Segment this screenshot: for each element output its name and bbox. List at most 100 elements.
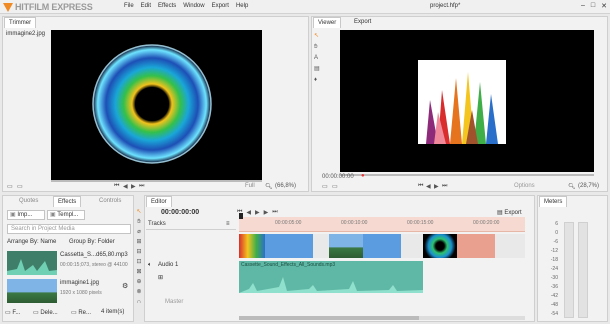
video-clip[interactable]	[329, 234, 401, 258]
zoom-icon[interactable]: 🔍︎	[265, 183, 273, 190]
project-title: project.hfp*	[430, 3, 461, 9]
timeline-ruler[interactable]: 00:00:05:00 00:00:10:00 00:00:15:00 00:0…	[239, 213, 525, 232]
media-panel: Quotes Effects Controls ▣ Imp... ▣ Templ…	[2, 195, 134, 322]
prev-frame-icon[interactable]: ⏮	[418, 183, 423, 190]
fast-forward-icon[interactable]: ⏭	[272, 209, 277, 216]
menu-bar: File Edit Effects Window Export Help	[124, 3, 248, 9]
step-forward-icon[interactable]: ▶	[264, 209, 269, 216]
editor-transport: ⏮ ◀ ▶ ▶ ⏭	[237, 209, 278, 216]
arrow-tool-icon[interactable]: ↖	[314, 31, 322, 42]
ripple-tool-icon[interactable]: ⊡	[135, 257, 143, 267]
audio-waveform	[239, 277, 423, 293]
scrollbar-thumb[interactable]	[239, 316, 419, 320]
maximize-icon[interactable]: □	[591, 2, 595, 10]
step-back-icon[interactable]: ◀	[123, 183, 128, 190]
tab-effects[interactable]: Effects	[53, 196, 82, 207]
media-item-info: 1920 x 1080 pixels	[60, 290, 102, 296]
video-track	[239, 234, 525, 258]
viewer-panel: Viewer Export ↖ ✋︎ A ▤ ♦ 00:00:00:00 ● ⏮	[311, 16, 608, 192]
tracks-menu-icon[interactable]: ≡	[226, 221, 230, 227]
tab-meters[interactable]: Meters	[539, 196, 568, 207]
tab-export[interactable]: Export	[350, 17, 375, 28]
step-back-icon[interactable]: ◀	[246, 209, 251, 216]
play-icon[interactable]: ▶	[255, 209, 260, 216]
list-item[interactable]: Cassetta_S...d65,80.mp3 00:00:15;073, st…	[6, 250, 132, 276]
tab-editor[interactable]: Editor	[146, 196, 172, 207]
play-icon[interactable]: ▶	[131, 183, 136, 190]
trash-icon: ▭	[33, 310, 39, 316]
menu-file[interactable]: File	[124, 3, 134, 9]
close-icon[interactable]: ✕	[601, 2, 607, 10]
set-out-icon[interactable]: ▭	[332, 183, 338, 190]
group-by-dropdown[interactable]: Group By: Folder	[69, 239, 115, 245]
search-input[interactable]: Search in Project Media	[7, 224, 131, 234]
tab-controls[interactable]: Controls	[95, 196, 125, 207]
audio-fx-icon[interactable]: ⊞	[158, 274, 163, 281]
snap-tool-icon[interactable]: ⊗	[135, 287, 143, 297]
options-button[interactable]: Options	[514, 183, 535, 189]
step-back-icon[interactable]: ◀	[426, 183, 431, 190]
trimmer-panel: Trimmer immagine2.jpg ▭ ▭ ⏮ ◀ ▶ ⏭ Full 🔍…	[2, 16, 309, 192]
set-in-icon[interactable]: ▭	[322, 183, 328, 190]
clip-thumbnail	[239, 234, 265, 258]
next-frame-icon[interactable]: ⏭	[442, 183, 447, 190]
arrange-by-dropdown[interactable]: Arrange By: Name	[7, 239, 56, 245]
tab-trimmer[interactable]: Trimmer	[4, 17, 37, 28]
tab-viewer[interactable]: Viewer	[313, 17, 342, 28]
menu-effects[interactable]: Effects	[158, 3, 176, 9]
viewer-tc-marker: ●	[361, 173, 365, 179]
video-clip[interactable]	[423, 234, 495, 258]
list-item[interactable]: immagine1.jpg 1920 x 1080 pixels ⚙	[6, 278, 132, 304]
playhead[interactable]	[239, 213, 243, 219]
tab-quotes[interactable]: Quotes	[15, 196, 42, 207]
audio-clip[interactable]: Cassette_Sound_Effects_All_Sounds.mp3	[239, 261, 423, 293]
slip-tool-icon[interactable]: ✋︎	[135, 217, 143, 227]
delete-button[interactable]: ▭ Dele...	[33, 309, 58, 316]
menu-window[interactable]: Window	[183, 3, 204, 9]
menu-export[interactable]: Export	[212, 3, 229, 9]
viewer-zoom-icon[interactable]: 🔍︎	[568, 183, 576, 190]
trimmer-scrub-bar[interactable]	[51, 180, 262, 182]
remove-button[interactable]: ▭ Re...	[71, 309, 91, 316]
logo-icon	[3, 2, 13, 12]
menu-help[interactable]: Help	[236, 3, 248, 9]
title-bar: HITFILM EXPRESS File Edit Effects Window…	[0, 0, 610, 14]
roll-tool-icon[interactable]: ⊠	[135, 267, 143, 277]
timeline-scrollbar[interactable]	[239, 316, 525, 320]
template-icon: ▣	[50, 212, 56, 218]
select-tool-icon[interactable]: ↖	[135, 207, 143, 217]
speaker-icon[interactable]: 🔈︎	[148, 262, 152, 269]
template-button[interactable]: ▣ Templ...	[47, 210, 85, 220]
magnet-tool-icon[interactable]: ∩	[135, 297, 143, 307]
clip2-icon[interactable]: ▭	[17, 183, 23, 190]
tracks-label: Tracks	[148, 221, 166, 227]
video-clip[interactable]	[239, 234, 313, 258]
remove-icon: ▭	[71, 310, 77, 316]
play-icon[interactable]: ▶	[434, 183, 439, 190]
pin-tool-icon[interactable]: ♦	[314, 75, 322, 86]
next-frame-icon[interactable]: ⏭	[139, 183, 144, 190]
new-folder-button[interactable]: ▭ F...	[5, 309, 20, 316]
trimmer-transport: ▭ ▭ ⏮ ◀ ▶ ⏭ Full 🔍︎ (66,8%)	[7, 183, 307, 192]
menu-edit[interactable]: Edit	[141, 3, 151, 9]
full-dropdown[interactable]: Full	[245, 183, 255, 189]
import-button[interactable]: ▣ Imp...	[7, 210, 45, 220]
media-bottom-bar: ▭ F... ▭ Dele... ▭ Re... 4 item(s)	[5, 308, 133, 320]
razor-tool-icon[interactable]: ⌀	[135, 227, 143, 237]
clip-icon[interactable]: ▭	[7, 183, 13, 190]
hand-tool-icon[interactable]: ✋︎	[314, 42, 322, 53]
text-tool-icon[interactable]: A	[314, 53, 322, 64]
rect-tool-icon[interactable]: ▤	[314, 64, 322, 75]
gear-icon[interactable]: ⚙	[122, 282, 128, 290]
rate-tool-icon[interactable]: ⊞	[135, 237, 143, 247]
slide-tool-icon[interactable]: ⊟	[135, 247, 143, 257]
minimize-icon[interactable]: –	[581, 2, 585, 10]
editor-export-button[interactable]: ▤ Export	[497, 209, 522, 216]
folder-icon: ▭	[5, 310, 11, 316]
link-tool-icon[interactable]: ⊕	[135, 277, 143, 287]
prev-frame-icon[interactable]: ⏮	[114, 183, 119, 190]
clip-thumbnail	[329, 234, 363, 258]
app-logo: HITFILM EXPRESS	[3, 2, 93, 12]
audio-clip-label: Cassette_Sound_Effects_All_Sounds.mp3	[241, 262, 336, 268]
clip-thumbnail	[423, 234, 457, 258]
